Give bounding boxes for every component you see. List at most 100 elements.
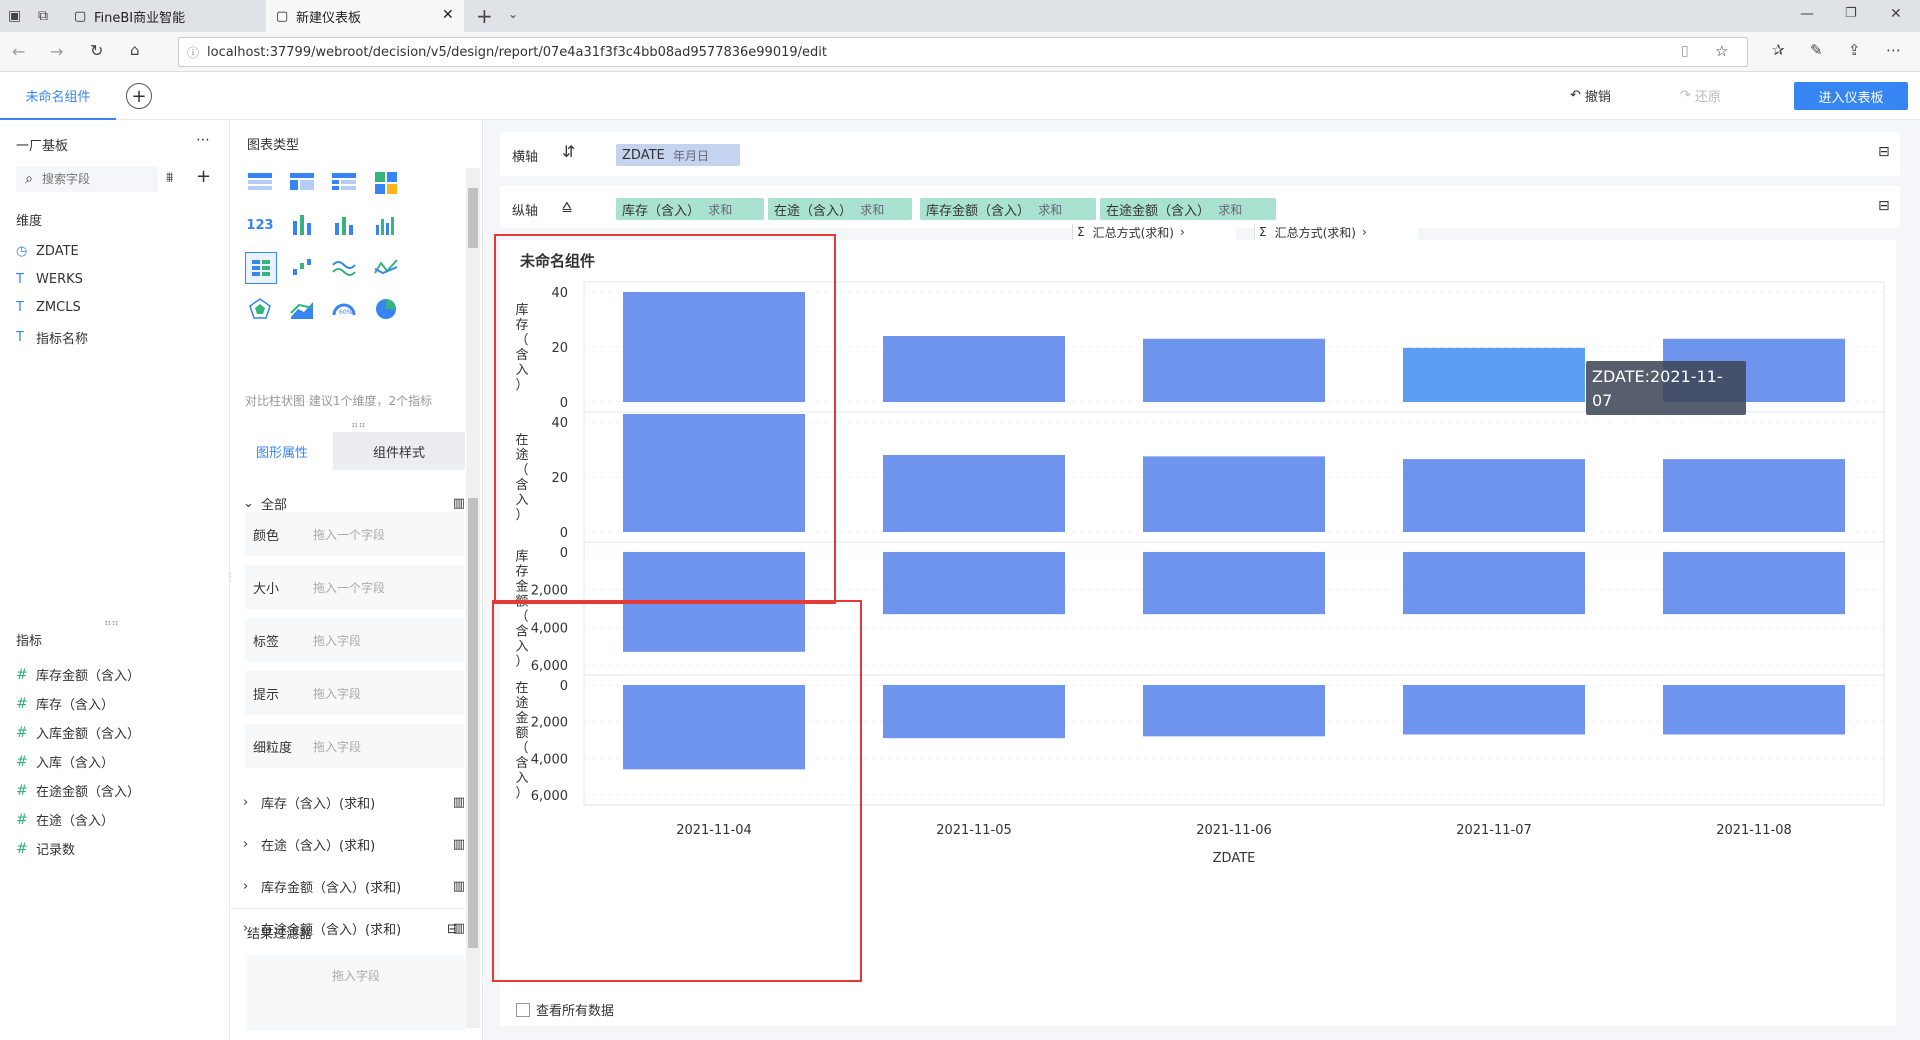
close-window-icon[interactable]: ✕ (1890, 6, 1902, 22)
tab-component-style[interactable]: 组件样式 (333, 432, 465, 470)
measure-field[interactable]: # 在途（含入） (16, 810, 114, 830)
multi-bar-icon[interactable] (371, 210, 401, 240)
axis-sort-icon[interactable]: ⇵ (562, 142, 575, 161)
grouped-table-icon[interactable] (287, 168, 317, 198)
new-tab-icon[interactable]: + (476, 4, 493, 28)
enter-dashboard-button[interactable]: 进入仪表板 (1794, 82, 1908, 110)
lock-icon[interactable]: ⊟ (447, 922, 458, 937)
search-field-box[interactable]: ⌕ (16, 166, 158, 192)
x-axis-pill[interactable]: ZDATE 年月日 (616, 144, 740, 166)
reading-view-icon[interactable]: ▯ (1681, 43, 1689, 59)
bar-type-icon[interactable]: ▥ (453, 496, 465, 511)
tooltip-prop[interactable]: 提示 拖入字段 (245, 671, 465, 715)
redo-button[interactable]: ↷ 还原 (1680, 86, 1721, 105)
area-chart-icon[interactable] (287, 294, 317, 324)
search-icon: ⌕ (25, 171, 33, 187)
back-icon[interactable]: ← (12, 42, 25, 61)
comparison-bar-icon[interactable] (245, 252, 277, 284)
table-chart-icon[interactable] (245, 168, 275, 198)
more-icon[interactable]: ⋯ (1886, 41, 1901, 59)
measure-field[interactable]: # 入库（含入） (16, 752, 114, 772)
minimize-icon[interactable]: — (1800, 6, 1814, 22)
home-icon[interactable]: ⌂ (130, 41, 140, 59)
table-name[interactable]: 一厂基板 (16, 135, 68, 154)
chart-config-panel: 图表类型 123 60% 对比柱状图 建议1个维度，2个指标 ⠶⠶ 图形属性 组… (231, 120, 483, 1040)
bar-type-icon[interactable]: ▥ (453, 837, 465, 852)
crosstab-icon[interactable] (329, 168, 359, 198)
aggregate-item[interactable]: › 在途（含入）(求和) ▥ (243, 829, 471, 859)
pill-name: 库存金额（含入） (926, 203, 1031, 219)
filter-dropzone[interactable]: 拖入字段 (247, 955, 465, 1031)
color-prop[interactable]: 颜色 拖入一个字段 (245, 512, 465, 556)
url-text: localhost:37799/webroot/decision/v5/desi… (207, 44, 827, 60)
aggregate-item[interactable]: › 库存（含入）(求和) ▥ (243, 787, 471, 817)
y-axis-row: 纵轴 ⩠ 库存（含入） 求和 在途（含入） 求和 库存金额（含入） 求和 在途金… (500, 186, 1900, 228)
tab-dashboard[interactable]: ▢ 新建仪表板 ✕ (266, 0, 464, 32)
pie-chart-icon[interactable] (371, 294, 401, 324)
tab-graph-props[interactable]: 图形属性 (231, 432, 333, 470)
stacked-bar-icon[interactable] (287, 210, 317, 240)
window-menu-icon[interactable]: ▣ (8, 8, 21, 24)
undo-button[interactable]: ↶ 撤销 (1570, 86, 1611, 105)
measure-field[interactable]: # 记录数 (16, 839, 76, 859)
size-prop[interactable]: 大小 拖入一个字段 (245, 565, 465, 609)
add-component-button[interactable]: + (126, 83, 152, 109)
favorite-star-icon[interactable]: ☆ (1715, 42, 1728, 60)
y-axis-pill[interactable]: 库存金额（含入） 求和 (920, 198, 1096, 220)
close-tab-icon[interactable]: ✕ (442, 7, 454, 23)
kpi-number-icon[interactable]: 123 (245, 210, 275, 240)
resize-handle-icon[interactable]: ⠶⠶ (351, 420, 366, 431)
view-all-data-toggle[interactable]: 查看所有数据 (516, 1000, 614, 1019)
bar-type-icon[interactable]: ▥ (453, 879, 465, 894)
line-chart-icon[interactable] (329, 252, 359, 282)
tab-finebi[interactable]: ▢ FineBI商业智能 (64, 0, 264, 32)
y-axis-pill[interactable]: 在途（含入） 求和 (768, 198, 912, 220)
forward-icon[interactable]: → (50, 42, 63, 61)
area-line-icon[interactable] (371, 252, 401, 282)
gauge-chart-icon[interactable]: 60% (329, 294, 359, 324)
dimension-field[interactable]: T ZMCLS (16, 300, 81, 315)
chevron-down-icon[interactable]: ⌄ (508, 7, 518, 21)
more-options-icon[interactable]: ⋯ (196, 132, 210, 148)
summary-dropdown[interactable]: Σ 汇总方式(求和) › (1254, 224, 1418, 240)
dimension-field[interactable]: ◷ ZDATE (16, 244, 79, 259)
dimension-field[interactable]: T WERKS (16, 272, 83, 287)
dimension-field[interactable]: T 指标名称 (16, 328, 88, 347)
y-axis-pill[interactable]: 在途金额（含入） 求和 (1100, 198, 1276, 220)
bar-type-icon[interactable]: ▥ (453, 795, 465, 810)
url-field[interactable]: ⓘ localhost:37799/webroot/decision/v5/de… (178, 37, 1748, 67)
favorites-icon[interactable]: ✰ (1772, 41, 1785, 59)
pen-icon[interactable]: ✎ (1810, 41, 1823, 59)
y-axis-pill[interactable]: 库存（含入） 求和 (616, 198, 764, 220)
checkbox-icon[interactable] (516, 1002, 530, 1017)
lock-icon[interactable]: ⊟ (1878, 144, 1890, 160)
aggregate-item[interactable]: › 库存金额（含入）(求和) ▥ (243, 871, 471, 901)
detail-table-icon[interactable] (371, 168, 401, 198)
axis-chart-icon[interactable]: ⩠ (562, 196, 572, 216)
component-tab[interactable]: 未命名组件 (0, 72, 116, 120)
resize-handle-icon[interactable]: ⠶⠶ (104, 618, 119, 629)
granularity-prop[interactable]: 细粒度 拖入字段 (245, 724, 465, 768)
bar (1403, 685, 1585, 735)
search-input[interactable] (42, 172, 152, 186)
field-label: 记录数 (36, 843, 76, 858)
lock-icon[interactable]: ⊟ (1878, 198, 1890, 214)
radar-chart-icon[interactable] (245, 294, 275, 324)
bar-chart-icon[interactable] (329, 210, 359, 240)
range-bar-icon[interactable] (287, 252, 317, 282)
text-icon: T (16, 272, 24, 287)
label-prop[interactable]: 标签 拖入字段 (245, 618, 465, 662)
tab-actions-icon[interactable]: ⧉ (38, 8, 48, 24)
add-field-icon[interactable]: + (196, 166, 211, 187)
measure-field[interactable]: # 入库金额（含入） (16, 723, 140, 743)
share-icon[interactable]: ⇪ (1848, 41, 1861, 59)
field-settings-icon[interactable]: ⩩ (166, 170, 173, 186)
measure-field[interactable]: # 库存（含入） (16, 694, 114, 714)
measure-field[interactable]: # 库存金额（含入） (16, 665, 140, 685)
measure-field[interactable]: # 在途金额（含入） (16, 781, 140, 801)
hash-icon: # (16, 753, 28, 770)
restore-icon[interactable]: ❐ (1845, 6, 1857, 21)
field-label: ZDATE (36, 244, 79, 259)
summary-dropdown[interactable]: Σ 汇总方式(求和) › (1072, 224, 1236, 240)
refresh-icon[interactable]: ↻ (90, 41, 103, 60)
